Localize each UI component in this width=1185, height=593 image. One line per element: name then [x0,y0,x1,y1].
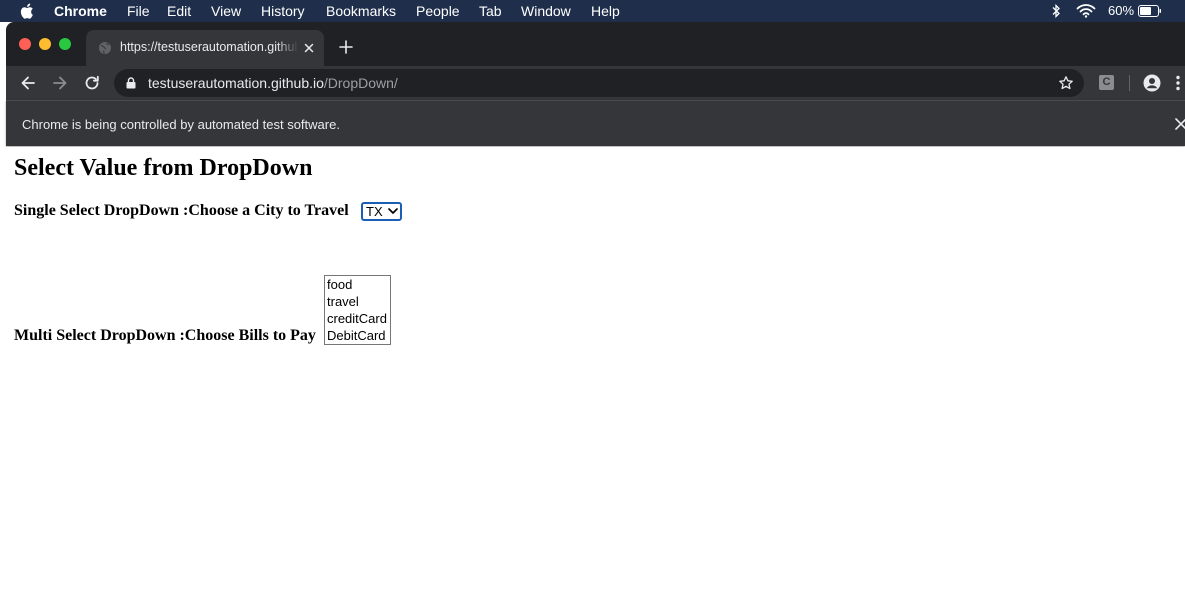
battery-icon[interactable] [1138,5,1162,17]
close-icon[interactable] [1174,117,1185,131]
city-dropdown-value: TX [366,204,383,219]
menu-window[interactable]: Window [521,3,571,19]
menu-chrome[interactable]: Chrome [54,3,107,19]
battery-percent[interactable]: 60% [1108,3,1134,19]
address-bar[interactable]: testuserautomation.github.io/DropDown/ [114,69,1084,97]
browser-toolbar: testuserautomation.github.io/DropDown/ C [6,66,1185,100]
menu-view[interactable]: View [211,3,241,19]
bills-option-creditcard[interactable]: creditCard [327,310,387,327]
kebab-menu-icon[interactable] [1174,74,1182,92]
bills-option-debitcard[interactable]: DebitCard [327,327,386,344]
bills-multi-select[interactable]: food travel creditCard DebitCard [324,275,391,345]
macos-menu-bar: Chrome File Edit View History Bookmarks … [0,0,1185,22]
window-close-button[interactable] [19,38,31,50]
menu-people[interactable]: People [416,3,460,19]
arrow-right-icon[interactable] [51,74,69,92]
url-host: testuserautomation.github.io [148,75,324,91]
page-title: Select Value from DropDown [14,155,313,181]
tab-strip: https://testuserautomation.github.io/Dro… [6,22,1185,66]
page-content: Select Value from DropDown Single Select… [6,147,1185,593]
chevron-down-icon [388,208,398,214]
extension-c-icon[interactable]: C [1099,75,1114,90]
apple-icon[interactable] [20,2,36,20]
profile-icon[interactable] [1143,74,1161,92]
menu-help[interactable]: Help [591,3,620,19]
city-dropdown[interactable]: TX [361,202,402,221]
wifi-icon[interactable] [1076,3,1096,18]
infobar-message: Chrome is being controlled by automated … [22,117,340,132]
lock-icon[interactable] [126,77,136,89]
menu-bookmarks[interactable]: Bookmarks [326,3,396,19]
multi-select-label: Multi Select DropDown :Choose Bills to P… [14,327,316,344]
globe-icon [99,42,111,54]
menu-tab[interactable]: Tab [479,3,502,19]
menu-history[interactable]: History [261,3,305,19]
single-select-label: Single Select DropDown :Choose a City to… [14,202,349,219]
window-minimize-button[interactable] [39,38,51,50]
url-path: /DropDown/ [323,75,398,91]
star-icon[interactable] [1058,75,1074,91]
tab-title: https://testuserautomation.github.io/Dro… [120,40,298,54]
bills-option-travel[interactable]: travel [327,293,359,310]
reload-icon[interactable] [83,74,101,92]
active-tab[interactable]: https://testuserautomation.github.io/Dro… [86,30,324,66]
automation-infobar: Chrome is being controlled by automated … [6,100,1185,146]
window-zoom-button[interactable] [59,38,71,50]
toolbar-divider [1129,75,1130,91]
menu-file[interactable]: File [127,3,150,19]
bluetooth-icon[interactable] [1050,4,1062,18]
arrow-left-icon[interactable] [19,74,37,92]
bills-option-food[interactable]: food [327,276,352,293]
plus-icon[interactable] [338,39,354,55]
close-icon[interactable] [302,41,316,55]
menu-edit[interactable]: Edit [167,3,191,19]
url-text[interactable]: testuserautomation.github.io/DropDown/ [148,75,398,91]
